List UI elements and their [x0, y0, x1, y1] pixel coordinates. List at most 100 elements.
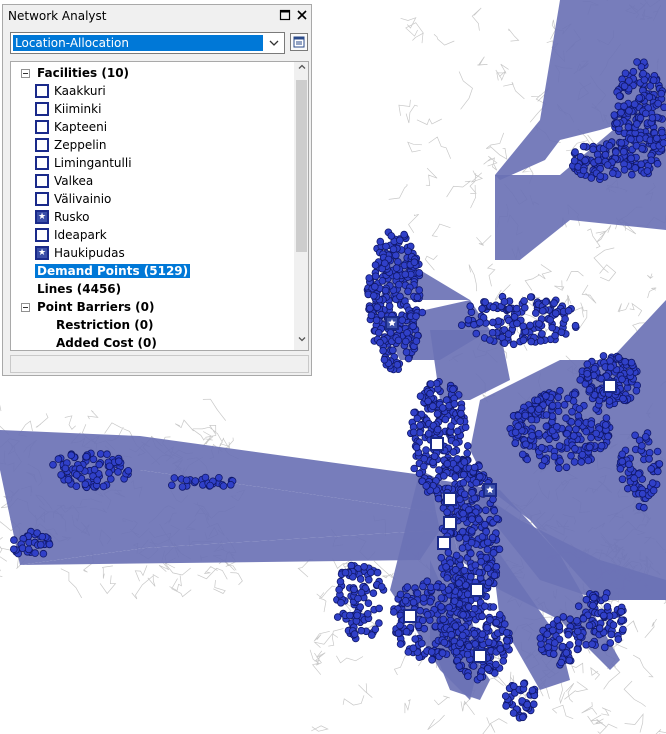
demand-point [409, 598, 418, 607]
demand-point [396, 640, 405, 648]
analysis-properties-button[interactable] [290, 33, 308, 51]
demand-point [459, 478, 468, 487]
demand-point [452, 647, 461, 656]
demand-point [393, 360, 402, 369]
square-icon [403, 609, 417, 623]
demand-point [502, 702, 510, 710]
demand-point [410, 258, 419, 267]
demand-point [601, 421, 610, 429]
demand-point [382, 242, 390, 251]
demand-point [564, 630, 573, 639]
demand-point [409, 644, 418, 652]
demand-point [574, 419, 583, 427]
demand-point [653, 447, 662, 456]
demand-point [426, 380, 435, 388]
demand-point [38, 532, 47, 541]
close-icon[interactable] [295, 8, 309, 22]
tree-item-added-cost[interactable]: Added Cost (0) [56, 334, 157, 350]
demand-point [458, 544, 467, 552]
network-analyst-window[interactable]: Network Analyst Location-Allocation Faci… [2, 4, 312, 376]
tree-label: Added Cost (0) [56, 336, 157, 350]
tree-item-restriction[interactable]: Restriction (0) [56, 316, 154, 334]
demand-point [569, 432, 578, 440]
demand-point [9, 545, 18, 553]
demand-point [596, 172, 605, 181]
demand-point [115, 457, 123, 466]
demand-point [582, 427, 590, 436]
demand-point [643, 167, 652, 175]
demand-point [565, 641, 574, 649]
demand-point [625, 107, 633, 115]
demand-point [518, 713, 527, 722]
demand-point [638, 145, 646, 153]
square-icon [35, 156, 49, 170]
chevron-up-icon[interactable] [294, 62, 308, 78]
demand-point [45, 540, 54, 549]
demand-point [648, 114, 657, 122]
demand-point [535, 320, 543, 328]
demand-point [61, 464, 70, 473]
demand-point [394, 629, 403, 637]
demand-point [367, 631, 376, 639]
demand-point [170, 474, 179, 482]
demand-point [335, 585, 343, 594]
demand-point [457, 409, 465, 418]
demand-point [31, 549, 39, 557]
demand-point [403, 583, 412, 591]
demand-point [504, 330, 513, 338]
demand-point [558, 642, 567, 651]
demand-point [442, 563, 450, 571]
demand-point [641, 433, 650, 441]
demand-point [394, 336, 403, 345]
demand-point [606, 363, 615, 372]
demand-point [550, 452, 559, 461]
demand-point [573, 627, 582, 636]
demand-point [521, 440, 530, 449]
demand-point [548, 323, 556, 332]
title-bar[interactable]: Network Analyst [3, 5, 311, 27]
demand-point [430, 452, 439, 461]
demand-point [444, 548, 453, 557]
demand-point [93, 476, 101, 485]
demand-point [653, 159, 662, 168]
demand-point [520, 297, 528, 305]
demand-point [519, 322, 527, 331]
demand-point [564, 306, 573, 315]
demand-point [54, 455, 63, 463]
demand-point [103, 450, 111, 459]
demand-point [366, 568, 375, 577]
scrollbar-thumb[interactable] [296, 80, 307, 252]
demand-point [632, 386, 641, 395]
demand-point [556, 386, 564, 395]
tree-scrollbar[interactable] [294, 62, 308, 350]
demand-point [219, 482, 228, 490]
demand-point [483, 623, 491, 632]
demand-point [402, 348, 411, 357]
demand-point [542, 411, 551, 419]
network-analyst-tree[interactable]: Facilities (10) Kaakkuri Kiiminki Kapteeni… [10, 61, 309, 351]
collapse-icon[interactable] [21, 69, 30, 78]
tree-label: Restriction (0) [56, 318, 154, 332]
demand-point [467, 308, 476, 317]
demand-point [452, 551, 461, 560]
analysis-layer-dropdown[interactable]: Location-Allocation [10, 32, 285, 54]
demand-point [478, 612, 486, 621]
tree-label: Ideapark [54, 228, 107, 242]
demand-point [481, 602, 489, 610]
demand-point [496, 645, 505, 653]
chevron-down-icon[interactable] [294, 334, 308, 350]
demand-point [570, 390, 579, 399]
collapse-icon[interactable] [21, 303, 30, 312]
demand-point [481, 298, 490, 306]
demand-point [583, 360, 592, 369]
demand-point [620, 166, 629, 174]
demand-point [452, 465, 461, 473]
chevron-down-icon[interactable] [267, 36, 281, 50]
tree-item-lines[interactable]: Lines (4456) [37, 280, 121, 298]
maximize-icon[interactable] [278, 8, 292, 22]
demand-point [341, 568, 350, 577]
tree-label: Facilities (10) [37, 66, 130, 80]
demand-point [614, 353, 623, 362]
demand-point [526, 293, 535, 301]
tree-item-demand-points[interactable]: Demand Points (5129) [35, 262, 191, 280]
